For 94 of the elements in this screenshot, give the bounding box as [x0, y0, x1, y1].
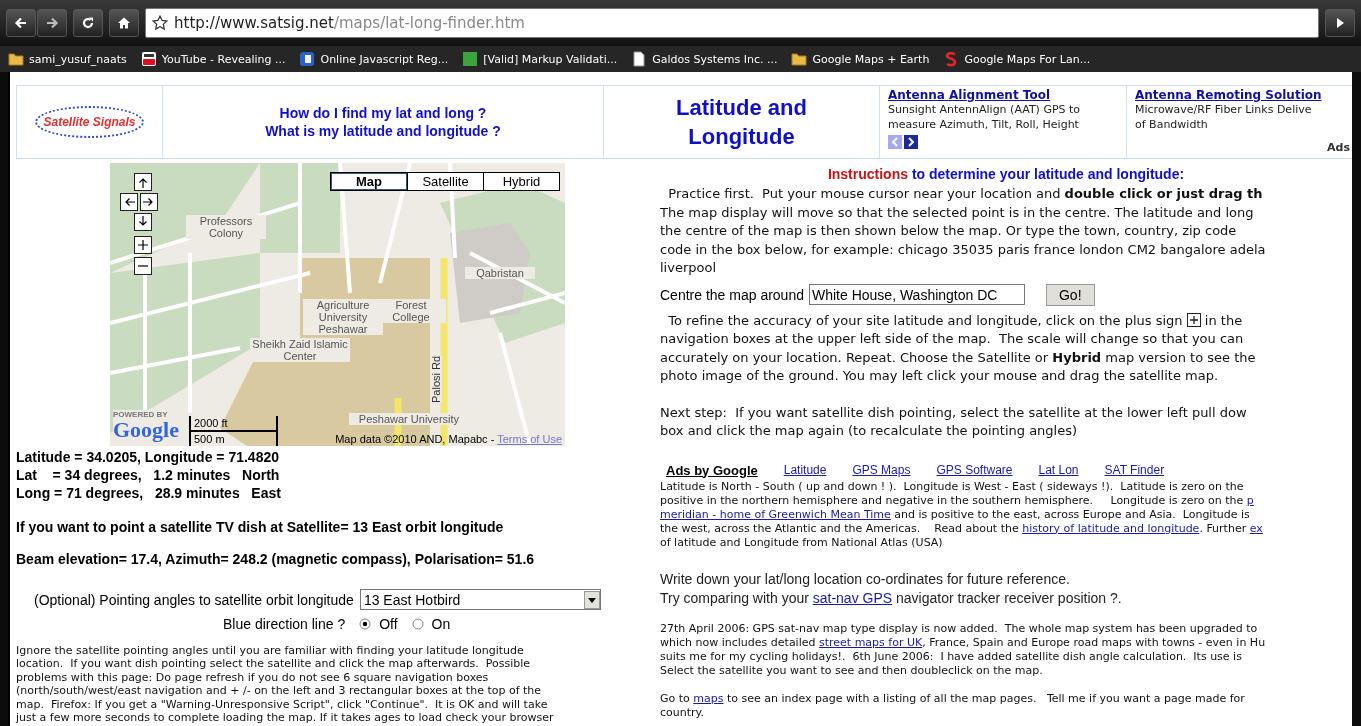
arrow-icon	[137, 176, 149, 188]
site-icon	[462, 51, 479, 67]
place-label: Qabristan	[465, 267, 535, 279]
map-type-tab[interactable]: Satellite	[407, 173, 483, 190]
pointing-label: (Optional) Pointing angles to satellite orbit longitude	[34, 591, 354, 608]
reload-button[interactable]	[73, 9, 103, 37]
instructions-heading: Instructions to determine your latitude and longitude:	[826, 165, 1186, 183]
text-link[interactable]: maps	[693, 691, 724, 705]
question-heading: How do I find my lat and long ?	[279, 104, 487, 122]
ad-link[interactable]: GPS Software	[936, 463, 1013, 477]
back-arrow-icon	[14, 16, 28, 30]
ad-text: Microwave/RF Fiber Links Delive of Bandwidth	[1135, 102, 1313, 132]
map-type-tab[interactable]: Hybrid	[483, 173, 559, 190]
left-chevron-icon	[890, 137, 900, 147]
centre-label: Centre the map around	[660, 286, 804, 303]
bookmark-item[interactable]: Google Maps + Earth	[791, 52, 930, 66]
place-label: Sheikh Zaid Islamic Center	[250, 338, 350, 362]
go-button[interactable]: Go!	[1046, 283, 1095, 306]
forward-button[interactable]	[37, 9, 67, 37]
coordinate-line: Long = 71 degrees, 28.9 minutes East	[16, 484, 282, 502]
scale-bar: 2000 ft 500 m	[189, 416, 278, 446]
go-arrow-button[interactable]	[1325, 9, 1355, 37]
satellite-select[interactable]: 13 East Hotbird	[359, 589, 601, 610]
reference-paragraph: Write down your lat/long location co-ordinates for future reference. Try comparing with your sat-nav GPS navigator tracker receiver position ?.	[660, 569, 1123, 608]
ad-text: Sunsight AntennAlign (AAT) GPS to measure Azimuth, Tilt, Roll, Height	[888, 102, 1082, 132]
page-icon	[631, 51, 648, 67]
road-label: Palosi Rd	[430, 355, 442, 403]
pan-left-button[interactable]	[120, 193, 138, 211]
app-icon	[299, 51, 316, 67]
beam-result: Beam elevation= 17.4, Azimuth= 248.2 (magnetic compass), Polarisation= 51.6	[16, 550, 536, 568]
folder-icon	[791, 52, 808, 66]
ad-title-link[interactable]: Antenna Remoting Solution	[1135, 88, 1352, 102]
pan-down-button[interactable]	[134, 213, 152, 231]
ad-link[interactable]: Lat Lon	[1038, 463, 1079, 477]
bookmark-item[interactable]: YouTube - Revealing ...	[140, 51, 286, 67]
page-title: Latitude and Longitude	[676, 94, 807, 151]
ad-link[interactable]: GPS Maps	[852, 463, 911, 477]
direction-radio[interactable]: On	[411, 616, 451, 632]
plus-box-icon	[1186, 312, 1201, 327]
place-label: Agriculture University Peshawar	[303, 299, 383, 335]
ads-by-google-label: Ads by Google	[666, 462, 758, 478]
text-link[interactable]: ex	[1249, 521, 1263, 535]
google-logo[interactable]: POWERED BY Google	[113, 410, 179, 441]
instructions-paragraph: Practice first. Put your mouse cursor near your location and double click or just drag th The map display will move so that the selected point is in the centre. The latitude and long the centre of the map is then shown below the map. Or type the town, country, zip code code in the box below, for example: chicago 35035 paris france london CM2 bangalore adela liverpool	[660, 185, 1267, 277]
folder-icon	[8, 52, 24, 66]
place-label: Professors Colony	[186, 215, 266, 239]
star-icon[interactable]	[152, 15, 168, 31]
news-paragraph: 27th April 2006: GPS sat-nav map type display is now added. The whole map system has been upgraded to which now includes detailed street maps for UK, France, Spain and Europe road maps with towns - even in Hu suits me for my cycling holidays!. 6th June 2006: I have added satellite dish angle calculation. Its use is Select the satellite you want to see and then doubleclick on the map.	[660, 621, 1267, 678]
arrow-icon	[143, 196, 155, 208]
text-link[interactable]: p	[1246, 493, 1254, 507]
bookmark-item[interactable]: Online Javascript Reg...	[299, 51, 449, 67]
pan-right-button[interactable]	[140, 193, 158, 211]
map-attribution: Map data ©2010 AND, Mapabc - Terms of Use	[335, 433, 562, 445]
ad-link[interactable]: SAT Finder	[1104, 463, 1165, 477]
map-type-tab[interactable]: Map	[331, 173, 407, 190]
refine-paragraph: To refine the accuracy of your site latitude and longitude, click on the plus sign in the navigation boxes at the upper left side of the map. The scale will change so that you can accurately on your location. Repeat. Choose the Satellite or Hybrid map version to see the photo image of the ground. You may left click your mouse and drag the satellite map.	[660, 311, 1257, 385]
forward-arrow-icon	[45, 16, 59, 30]
arrow-icon	[123, 196, 135, 208]
bookmark-item[interactable]: [Valid] Markup Validati...	[462, 51, 618, 67]
home-button[interactable]	[109, 9, 139, 37]
maps-index-paragraph: Go to maps to see an index page with a listing of all the map pages. Tell me if you want a page made for country.	[660, 691, 1246, 720]
home-icon	[117, 16, 131, 30]
pan-up-button[interactable]	[134, 173, 152, 191]
coordinate-line: Latitude = 34.0205, Longitude = 71.4820	[16, 448, 280, 466]
text-link[interactable]: sat-nav GPS	[812, 589, 893, 606]
help-paragraph: Ignore the satellite pointing angles until you are familiar with finding your latitude longitude location. If you want dish pointing select the satellite and click the map afterwards. Possible problems with this page: Do page refresh if you do not see 6 square navigation boxes (north/south/west/east navigation and + /- on the left and 3 rectangular boxes at the top of the map. Firefox: If you get a "Warning-Unresponsive Script", click "Continue". It is OK and will take just a few more seconds to complete loading the map. If it takes ages to load check your browser	[16, 644, 555, 725]
reload-icon	[81, 16, 95, 30]
back-button[interactable]	[6, 9, 36, 37]
terms-link[interactable]: Terms of Use	[497, 433, 562, 445]
url-text: http://www.satsig.net/maps/lat-long-finder.htm	[174, 14, 525, 32]
video-logo-icon	[140, 51, 157, 67]
ad-link[interactable]: Latitude	[783, 463, 827, 477]
bookmark-item[interactable]: Galdos Systems Inc. ...	[631, 51, 778, 67]
ad-title-link[interactable]: Antenna Alignment Tool	[888, 88, 1126, 102]
right-chevron-icon	[906, 137, 916, 147]
zoom-in-button[interactable]	[134, 236, 152, 254]
location-field[interactable]: White House, Washington DC	[809, 284, 1025, 305]
coordinate-line: Lat = 34 degrees, 1.2 minutes North	[16, 466, 281, 484]
info-paragraph: Latitude is North - South ( up and down ! ). Longitude is West - East ( sideways !). Latitude is zero on the positive in the northern hemisphere and negative in the southern hemisphere. Longitude is zero on the p meridian - home of Greenwich Mean Time and is positive to the east, across Europe and Asia. Longitude is the west, across the Atlantic and the Americas. Read about the history of latitude and longitude. Further ex of latitude and Longitude from National Atlas (USA)	[660, 479, 1264, 550]
dish-heading: If you want to point a satellite TV dish at Satellite= 13 East orbit longitude	[16, 518, 505, 536]
text-link[interactable]: meridian - home of Greenwich Mean Time	[660, 507, 891, 521]
arrow-icon	[137, 216, 149, 228]
bookmark-item[interactable]: Google Maps For Lan...	[943, 51, 1091, 67]
next-step-paragraph: Next step: If you want satellite dish pointing, select the satellite at the lower left pull dow box and click the map again (to recalculate the pointing angles)	[660, 403, 1248, 440]
address-bar[interactable]: http://www.satsig.net/maps/lat-long-finder.htm	[145, 8, 1319, 38]
bookmark-item[interactable]: sami_yusuf_naats	[8, 52, 127, 66]
zoom-out-button[interactable]	[134, 257, 152, 275]
next-ad-button[interactable]	[904, 135, 918, 149]
site-logo[interactable]: Satellite Signals	[35, 106, 144, 138]
direction-label: Blue direction line ?	[223, 616, 346, 632]
ads-label: Ads	[1327, 141, 1350, 154]
question-heading: What is my latitude and longitude ?	[265, 122, 501, 140]
plus-icon	[137, 239, 149, 251]
direction-radio[interactable]: Off	[359, 616, 398, 632]
